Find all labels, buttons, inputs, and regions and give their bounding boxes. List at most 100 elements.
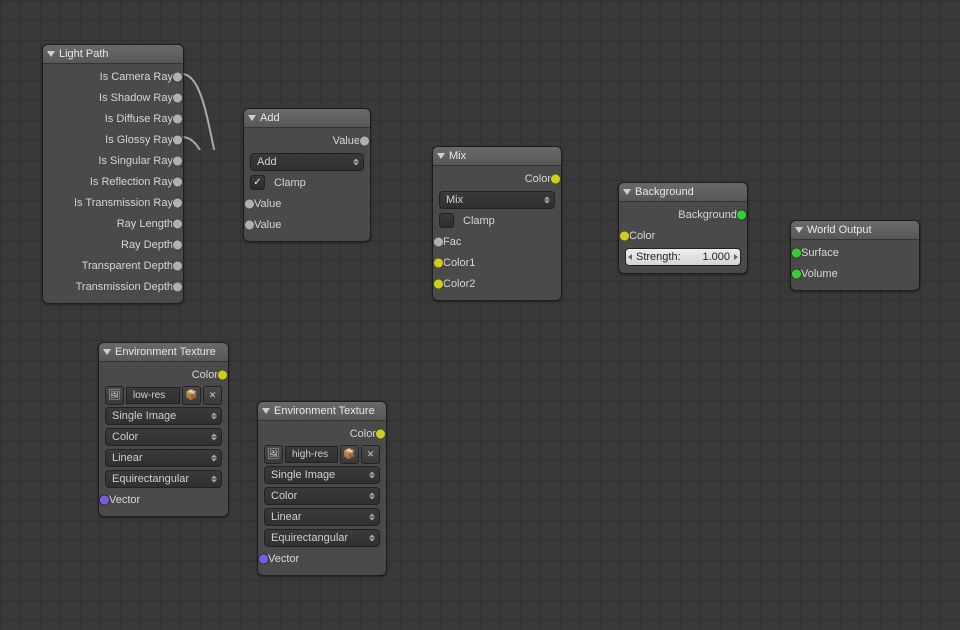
node-header[interactable]: Mix [433, 147, 561, 166]
in-label: Color [625, 230, 659, 242]
in-label: Vector [264, 553, 303, 565]
out-label: Is Transmission Ray [70, 197, 177, 209]
image-name: low-res [133, 390, 165, 401]
socket-out[interactable] [172, 239, 183, 250]
socket-in[interactable] [433, 236, 444, 247]
updown-icon [211, 433, 217, 440]
out-label: Is Diffuse Ray [101, 113, 177, 125]
collapse-icon[interactable] [623, 189, 631, 195]
node-header[interactable]: Add [244, 109, 370, 128]
node-math-add[interactable]: Add Value Add Clamp Value Value [243, 108, 371, 242]
node-mix[interactable]: Mix Color Mix Clamp Fac Color1 Color2 [432, 146, 562, 301]
clamp-checkbox[interactable] [250, 175, 265, 190]
node-background[interactable]: Background Background Color Strength: 1.… [618, 182, 748, 274]
socket-out[interactable] [359, 135, 370, 146]
clamp-checkbox[interactable] [439, 213, 454, 228]
socket-out[interactable] [736, 209, 747, 220]
socket-in[interactable] [791, 268, 802, 279]
caret-left-icon [628, 254, 632, 260]
socket-out[interactable] [172, 260, 183, 271]
select-value: Equirectangular [112, 473, 189, 485]
in-label: Surface [797, 247, 843, 259]
in-label: Color2 [439, 278, 479, 290]
image-type-select[interactable]: Single Image [264, 466, 380, 484]
out-label: Is Glossy Ray [101, 134, 177, 146]
collapse-icon[interactable] [103, 349, 111, 355]
field-label: Strength: [636, 251, 681, 263]
socket-out[interactable] [550, 173, 561, 184]
image-name-field[interactable]: low-res [126, 387, 180, 404]
color-space-select[interactable]: Color [105, 428, 222, 446]
node-header[interactable]: Environment Texture [99, 343, 228, 362]
in-label: Value [250, 219, 285, 231]
interpolation-select[interactable]: Linear [264, 508, 380, 526]
collapse-icon[interactable] [262, 408, 270, 414]
out-label: Transparent Depth [78, 260, 177, 272]
in-label: Vector [105, 494, 144, 506]
blend-select[interactable]: Mix [439, 191, 555, 209]
operation-select[interactable]: Add [250, 153, 364, 171]
image-browse-button[interactable] [264, 445, 283, 464]
node-env-tex-2[interactable]: Environment Texture Color high-res Singl… [257, 401, 387, 576]
node-title: World Output [807, 221, 872, 239]
socket-in[interactable] [258, 553, 269, 564]
node-world-output[interactable]: World Output Surface Volume [790, 220, 920, 291]
socket-in[interactable] [433, 278, 444, 289]
socket-out[interactable] [172, 113, 183, 124]
updown-icon [211, 454, 217, 461]
updown-icon [544, 196, 550, 203]
interpolation-select[interactable]: Linear [105, 449, 222, 467]
collapse-icon[interactable] [248, 115, 256, 121]
node-header[interactable]: Background [619, 183, 747, 202]
unlink-button[interactable] [203, 386, 222, 405]
socket-out[interactable] [172, 176, 183, 187]
node-title: Mix [449, 147, 466, 165]
image-browse-button[interactable] [105, 386, 124, 405]
node-title: Add [260, 109, 280, 127]
node-header[interactable]: Environment Texture [258, 402, 386, 421]
image-name-field[interactable]: high-res [285, 446, 338, 463]
node-title: Background [635, 183, 694, 201]
collapse-icon[interactable] [795, 227, 803, 233]
image-type-select[interactable]: Single Image [105, 407, 222, 425]
socket-out[interactable] [217, 369, 228, 380]
node-header[interactable]: World Output [791, 221, 919, 240]
out-label: Is Reflection Ray [86, 176, 177, 188]
node-env-tex-1[interactable]: Environment Texture Color low-res Single… [98, 342, 229, 517]
socket-out[interactable] [172, 134, 183, 145]
socket-out[interactable] [172, 281, 183, 292]
out-label: Is Camera Ray [96, 71, 177, 83]
pack-button[interactable] [340, 445, 359, 464]
socket-in[interactable] [619, 230, 630, 241]
clamp-label: Clamp [459, 215, 499, 227]
updown-icon [211, 412, 217, 419]
socket-out[interactable] [172, 218, 183, 229]
select-value: Mix [446, 194, 463, 206]
socket-in[interactable] [791, 247, 802, 258]
collapse-icon[interactable] [437, 153, 445, 159]
in-label: Volume [797, 268, 842, 280]
projection-select[interactable]: Equirectangular [105, 470, 222, 488]
projection-select[interactable]: Equirectangular [264, 529, 380, 547]
node-light-path[interactable]: Light Path Is Camera Ray Is Shadow Ray I… [42, 44, 184, 304]
color-space-select[interactable]: Color [264, 487, 380, 505]
socket-out[interactable] [172, 155, 183, 166]
unlink-button[interactable] [361, 445, 380, 464]
strength-field[interactable]: Strength: 1.000 [625, 248, 741, 266]
updown-icon [353, 158, 359, 165]
collapse-icon[interactable] [47, 51, 55, 57]
socket-out[interactable] [172, 92, 183, 103]
socket-in[interactable] [99, 494, 110, 505]
socket-in[interactable] [244, 198, 255, 209]
clamp-label: Clamp [270, 177, 310, 189]
updown-icon [369, 471, 375, 478]
socket-in[interactable] [433, 257, 444, 268]
socket-out[interactable] [172, 197, 183, 208]
socket-in[interactable] [244, 219, 255, 230]
socket-out[interactable] [172, 71, 183, 82]
socket-out[interactable] [375, 428, 386, 439]
node-header[interactable]: Light Path [43, 45, 183, 64]
pack-button[interactable] [182, 386, 201, 405]
node-title: Light Path [59, 45, 109, 63]
select-value: Linear [271, 511, 302, 523]
